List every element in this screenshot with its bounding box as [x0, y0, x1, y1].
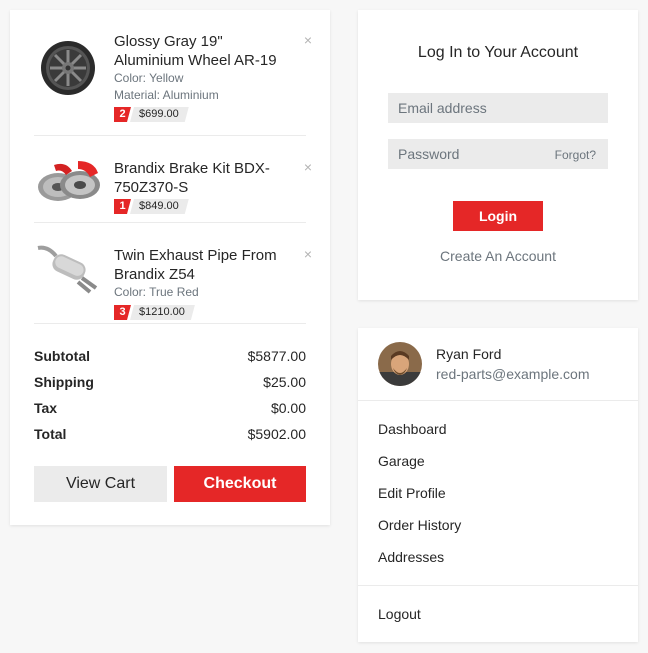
menu-item-dashboard[interactable]: Dashboard [378, 419, 447, 439]
totals-label: Tax [34, 400, 58, 416]
menu-item-garage[interactable]: Garage [378, 451, 425, 471]
totals-label: Subtotal [34, 348, 90, 364]
cart-item-option: Material: Aluminium [114, 88, 219, 102]
qty-price-tag: 1 $849.00 [114, 199, 189, 214]
totals-row-subtotal: Subtotal $5877.00 [34, 343, 306, 369]
cart-item-option: Color: Yellow [114, 71, 184, 85]
forgot-password-link[interactable]: Forgot? [555, 148, 596, 162]
totals-label: Shipping [34, 374, 94, 390]
remove-item-icon[interactable]: × [300, 159, 316, 175]
cart-item: Brandix Brake Kit BDX-750Z370-S 1 $849.0… [34, 149, 312, 224]
quantity-badge: 2 [114, 107, 131, 122]
totals-value: $5877.00 [247, 348, 306, 364]
login-button[interactable]: Login [453, 201, 543, 231]
cart-item-option: Color: True Red [114, 285, 199, 299]
remove-item-icon[interactable]: × [300, 246, 316, 262]
divider [358, 400, 638, 401]
totals-value: $0.00 [270, 400, 306, 416]
totals-row-total: Total $5902.00 [34, 421, 306, 447]
divider [34, 222, 306, 223]
totals-value: $25.00 [263, 374, 306, 390]
cart-item-name[interactable]: Glossy Gray 19" Aluminium Wheel AR-19 [114, 32, 289, 70]
totals-row-shipping: Shipping $25.00 [34, 369, 306, 395]
email-field[interactable]: Email address [388, 93, 608, 123]
exhaust-image[interactable] [34, 236, 104, 300]
account-menu-card: Ryan Ford red-parts@example.com Dashboar… [358, 328, 638, 642]
account-email: red-parts@example.com [436, 366, 590, 382]
wheel-image[interactable] [34, 36, 104, 100]
menu-item-edit-profile[interactable]: Edit Profile [378, 483, 446, 503]
cart-item: Glossy Gray 19" Aluminium Wheel AR-19 Co… [34, 32, 312, 134]
divider [34, 323, 306, 324]
login-card: Log In to Your Account Email address Pas… [358, 10, 638, 300]
brake-kit-image[interactable] [34, 149, 104, 213]
checkout-button[interactable]: Checkout [174, 466, 306, 502]
totals-label: Total [34, 426, 67, 442]
quantity-badge: 1 [114, 199, 131, 214]
item-price: $1210.00 [130, 305, 195, 320]
item-price: $849.00 [130, 199, 189, 214]
logout-button[interactable]: Logout [378, 604, 421, 624]
view-cart-button[interactable]: View Cart [34, 466, 167, 502]
totals-row-tax: Tax $0.00 [34, 395, 306, 421]
cart-item-name[interactable]: Brandix Brake Kit BDX-750Z370-S [114, 159, 289, 197]
menu-item-addresses[interactable]: Addresses [378, 547, 444, 567]
totals-value: $5902.00 [247, 426, 306, 442]
remove-item-icon[interactable]: × [300, 32, 316, 48]
cart-item: Twin Exhaust Pipe From Brandix Z54 Color… [34, 236, 312, 321]
cart-totals: Subtotal $5877.00 Shipping $25.00 Tax $0… [34, 343, 306, 447]
qty-price-tag: 2 $699.00 [114, 107, 189, 122]
avatar [378, 342, 422, 386]
qty-price-tag: 3 $1210.00 [114, 305, 195, 320]
divider [34, 135, 306, 136]
divider [358, 585, 638, 586]
menu-item-order-history[interactable]: Order History [378, 515, 461, 535]
account-name: Ryan Ford [436, 346, 502, 362]
login-title: Log In to Your Account [417, 44, 579, 61]
cart-item-name[interactable]: Twin Exhaust Pipe From Brandix Z54 [114, 246, 289, 284]
quantity-badge: 3 [114, 305, 131, 320]
create-account-link[interactable]: Create An Account [358, 248, 638, 264]
item-price: $699.00 [130, 107, 189, 122]
cart-dropdown: Glossy Gray 19" Aluminium Wheel AR-19 Co… [10, 10, 330, 525]
